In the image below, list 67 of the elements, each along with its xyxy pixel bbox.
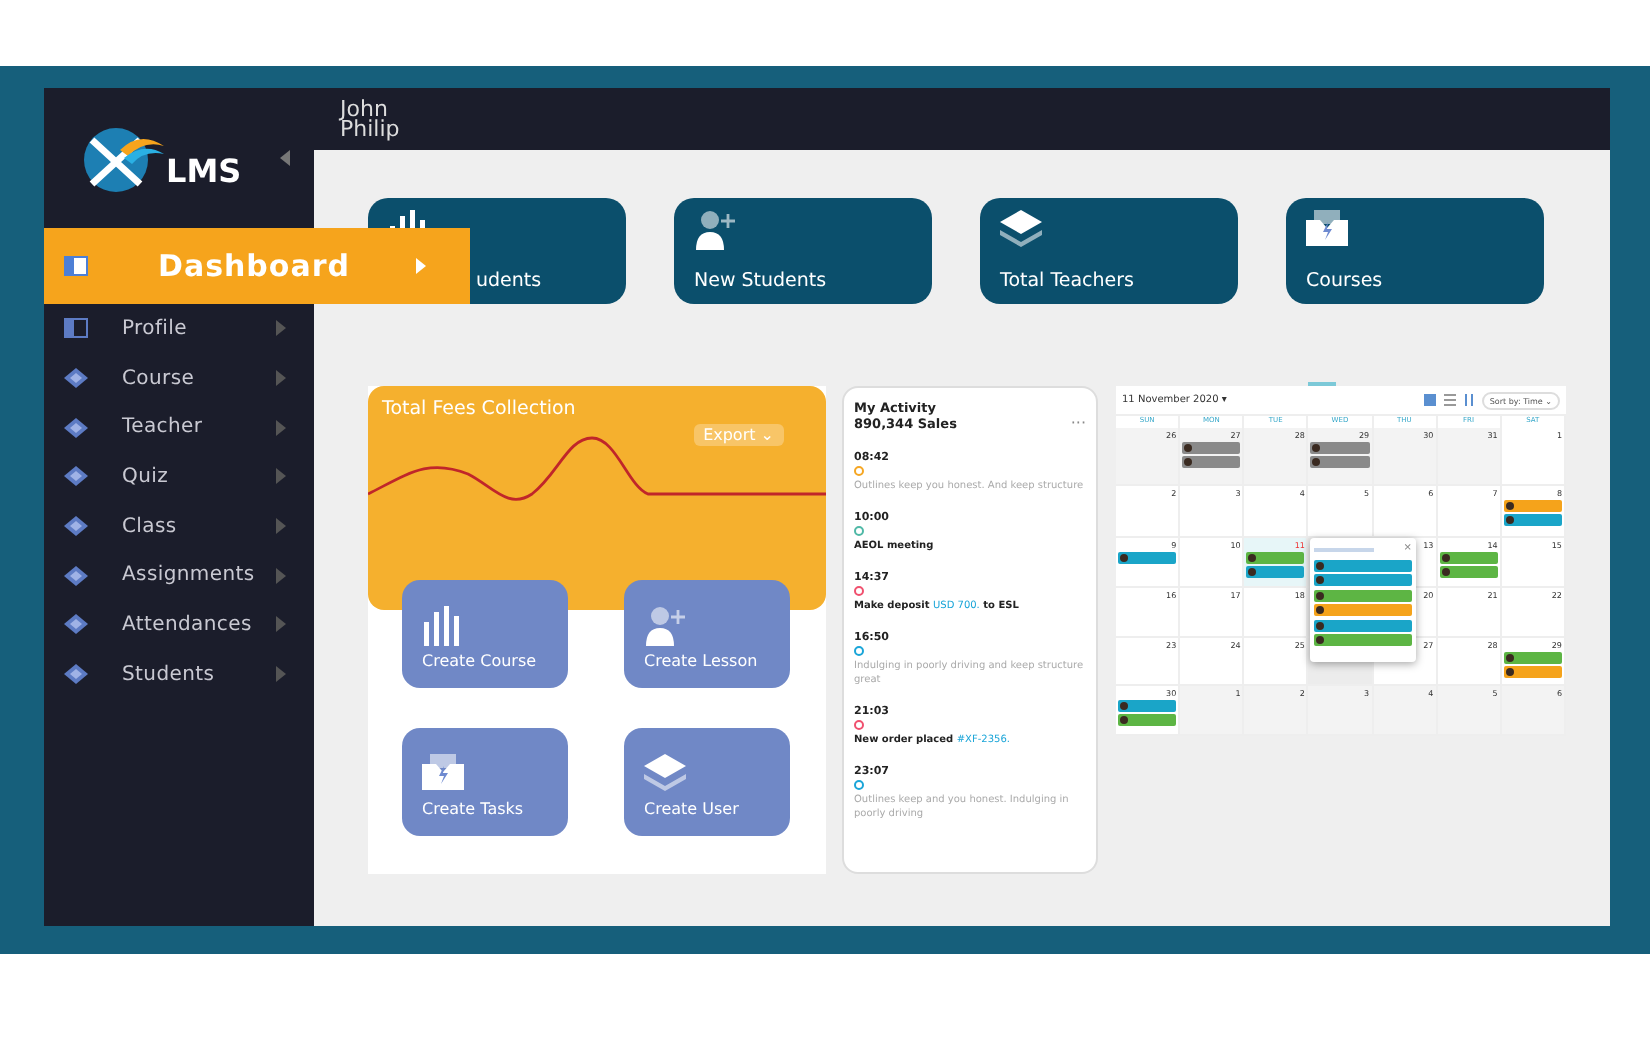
diamond-icon	[64, 664, 88, 685]
fees-title: Total Fees Collection	[382, 398, 576, 420]
layers-icon	[644, 754, 686, 794]
bar-chart-icon	[422, 606, 464, 646]
card-label: Courses	[1306, 270, 1385, 292]
diamond-icon	[64, 614, 88, 635]
calendar-event[interactable]	[1439, 552, 1498, 564]
diamond-icon	[64, 466, 88, 487]
more-menu[interactable]: ···	[1070, 414, 1086, 432]
card-label: New Students	[694, 270, 829, 292]
calendar-event[interactable]	[1314, 604, 1412, 616]
caret-icon	[276, 518, 286, 535]
calendar-event[interactable]	[1503, 666, 1562, 678]
envelope-icon	[1306, 210, 1348, 250]
calendar-event[interactable]	[1314, 559, 1412, 571]
calendar-event[interactable]	[1182, 442, 1241, 454]
diamond-icon	[64, 368, 88, 389]
calendar-event[interactable]	[1246, 552, 1305, 564]
user-name: John Philip	[340, 99, 402, 139]
sidebar-item[interactable]: Students	[44, 649, 314, 699]
caret-icon	[276, 370, 286, 387]
card-label: udents	[476, 270, 544, 292]
add-user-icon	[694, 210, 736, 250]
grid-view-icon	[1423, 394, 1436, 406]
panel-icon	[64, 318, 88, 339]
calendar-event[interactable]	[1503, 652, 1562, 664]
calendar-event[interactable]	[1246, 566, 1305, 578]
caret-icon	[276, 567, 286, 584]
list-view-icon	[1443, 394, 1456, 406]
diamond-icon	[64, 417, 88, 438]
calendar-event[interactable]	[1503, 514, 1562, 526]
sidebar-item[interactable]: Teacher	[44, 402, 314, 453]
card-label: Total Teachers	[1000, 270, 1137, 292]
calendar-event[interactable]	[1503, 500, 1562, 512]
sort-icon	[1463, 394, 1474, 406]
sidebar-item[interactable]: Class	[44, 501, 314, 551]
caret-icon	[276, 666, 286, 683]
sidebar-item[interactable]: Attendances	[44, 600, 314, 650]
avatar-icon	[1120, 554, 1128, 562]
calendar-event[interactable]	[1118, 714, 1177, 726]
calendar-event[interactable]	[1314, 589, 1412, 601]
caret-icon	[276, 419, 286, 436]
calendar-event[interactable]	[1314, 619, 1412, 631]
caret-icon	[276, 320, 286, 337]
diamond-icon	[64, 565, 88, 586]
sidebar-item[interactable]: Course	[44, 353, 314, 403]
calendar-event[interactable]	[1118, 552, 1177, 564]
calendar-event[interactable]	[1118, 700, 1177, 712]
stat-card[interactable]: Courses	[1286, 198, 1544, 304]
envelope-icon	[422, 754, 464, 794]
calendar-event[interactable]	[1439, 566, 1498, 578]
layers-icon	[1000, 210, 1042, 250]
stat-card[interactable]: New Students	[674, 198, 932, 304]
panel-icon	[64, 256, 88, 276]
sidebar-item[interactable]: Quiz	[44, 452, 314, 502]
caret-icon	[416, 258, 426, 274]
caret-icon	[276, 616, 286, 633]
caret-icon	[276, 468, 286, 485]
calendar-event[interactable]	[1182, 456, 1241, 468]
add-user-icon	[644, 606, 686, 646]
collapse-icon	[280, 150, 290, 166]
diamond-icon	[64, 516, 88, 537]
handle-bar	[1308, 382, 1336, 386]
sidebar-item[interactable]: Profile	[44, 304, 314, 354]
stat-card[interactable]: Total Teachers	[980, 198, 1238, 304]
sidebar-item[interactable]: Assignments	[44, 550, 314, 601]
logo-text: LMS	[166, 151, 242, 189]
